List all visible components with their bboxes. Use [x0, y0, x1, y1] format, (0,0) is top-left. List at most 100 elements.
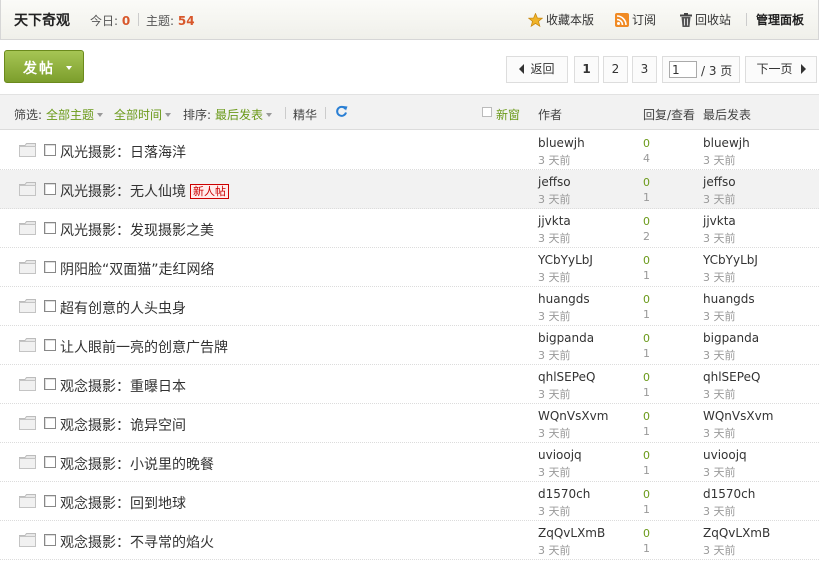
- view-count: 1: [643, 503, 650, 516]
- thread-checkbox[interactable]: [44, 339, 56, 351]
- thread-title-link[interactable]: 观念摄影：重曝日本: [60, 376, 186, 396]
- last-poster-link[interactable]: WQnVsXvm: [703, 409, 773, 423]
- thread-checkbox[interactable]: [44, 183, 56, 195]
- author-link[interactable]: bigpanda: [538, 331, 594, 345]
- admin-panel-link[interactable]: 管理面板: [756, 11, 804, 28]
- thread-row[interactable]: 让人眼前一亮的创意广告牌 bigpanda 3 天前 0 1 bigpanda 3 天前: [0, 326, 819, 365]
- sort-dropdown[interactable]: 最后发表: [215, 106, 273, 123]
- author-link[interactable]: ZqQvLXmB: [538, 526, 605, 540]
- folder-icon: [19, 416, 36, 430]
- thread-title-link[interactable]: 观念摄影：诡异空间: [60, 415, 186, 435]
- thread-row[interactable]: 风光摄影：日落海洋 bluewjh 3 天前 0 4 bluewjh 3 天前: [0, 131, 819, 170]
- last-post-time[interactable]: 3 天前: [703, 503, 736, 519]
- last-post-time[interactable]: 3 天前: [703, 542, 736, 558]
- last-poster-link[interactable]: bigpanda: [703, 331, 759, 345]
- thread-title-link[interactable]: 超有创意的人头虫身: [60, 298, 186, 318]
- digest-filter[interactable]: 精华: [293, 106, 317, 123]
- reply-count: 0: [643, 488, 650, 501]
- last-post-time[interactable]: 3 天前: [703, 347, 736, 363]
- thread-checkbox[interactable]: [44, 300, 56, 312]
- all-topics-dropdown[interactable]: 全部主题: [46, 106, 104, 123]
- last-post-time[interactable]: 3 天前: [703, 386, 736, 402]
- thread-title: 让人眼前一亮的创意广告牌: [60, 340, 228, 356]
- header-divider: [746, 13, 747, 26]
- last-poster-link[interactable]: YCbYyLbJ: [703, 253, 758, 267]
- thread-checkbox[interactable]: [44, 456, 56, 468]
- thread-checkbox[interactable]: [44, 378, 56, 390]
- new-window-checkbox[interactable]: [482, 107, 492, 117]
- last-post-time[interactable]: 3 天前: [703, 152, 736, 168]
- thread-row[interactable]: 观念摄影：重曝日本 qhlSEPeQ 3 天前 0 1 qhlSEPeQ 3 天前: [0, 365, 819, 404]
- view-count: 1: [643, 191, 650, 204]
- thread-checkbox[interactable]: [44, 495, 56, 507]
- view-count: 1: [643, 347, 650, 360]
- thread-row[interactable]: 风光摄影：发现摄影之美 jjvkta 3 天前 0 2 jjvkta 3 天前: [0, 209, 819, 248]
- thread-checkbox[interactable]: [44, 144, 56, 156]
- last-poster-link[interactable]: ZqQvLXmB: [703, 526, 770, 540]
- author-link[interactable]: d1570ch: [538, 487, 590, 501]
- new-post-button[interactable]: 发帖: [4, 50, 84, 83]
- thread-title-link[interactable]: 风光摄影：无人仙境 新人帖: [60, 181, 229, 201]
- author-link[interactable]: uvioojq: [538, 448, 582, 462]
- page-jump-input[interactable]: [669, 61, 697, 78]
- refresh-icon[interactable]: [335, 105, 348, 121]
- thread-row[interactable]: 观念摄影：回到地球 d1570ch 3 天前 0 1 d1570ch 3 天前: [0, 482, 819, 521]
- thread-title-link[interactable]: 风光摄影：日落海洋: [60, 142, 186, 162]
- recycle-bin-button[interactable]: 回收站: [680, 11, 731, 28]
- header-divider: [138, 13, 139, 26]
- page-link-2[interactable]: 2: [603, 56, 628, 83]
- thread-title-link[interactable]: 让人眼前一亮的创意广告牌: [60, 337, 228, 357]
- last-post-time[interactable]: 3 天前: [703, 230, 736, 246]
- thread-checkbox[interactable]: [44, 261, 56, 273]
- subscribe-button[interactable]: 订阅: [615, 11, 656, 28]
- last-poster-link[interactable]: d1570ch: [703, 487, 755, 501]
- last-poster-link[interactable]: jeffso: [703, 175, 736, 189]
- last-poster-link[interactable]: qhlSEPeQ: [703, 370, 760, 384]
- thread-title-link[interactable]: 阴阳脸“双面猫”走红网络: [60, 259, 215, 279]
- thread-checkbox[interactable]: [44, 417, 56, 429]
- new-user-badge: 新人帖: [190, 184, 229, 199]
- last-post-time[interactable]: 3 天前: [703, 464, 736, 480]
- reply-count: 0: [643, 254, 650, 267]
- thread-checkbox[interactable]: [44, 534, 56, 546]
- author-link[interactable]: huangds: [538, 292, 590, 306]
- last-post-time[interactable]: 3 天前: [703, 191, 736, 207]
- last-poster-link[interactable]: uvioojq: [703, 448, 747, 462]
- thread-row[interactable]: 观念摄影：诡异空间 WQnVsXvm 3 天前 0 1 WQnVsXvm 3 天前: [0, 404, 819, 443]
- view-count: 4: [643, 152, 650, 165]
- view-count: 1: [643, 269, 650, 282]
- thread-title-link[interactable]: 观念摄影：不寻常的焰火: [60, 532, 214, 552]
- page-link-1[interactable]: 1: [574, 56, 599, 83]
- folder-icon: [19, 260, 36, 274]
- back-button[interactable]: 返回: [506, 56, 568, 83]
- chevron-down-icon: [266, 113, 273, 117]
- thread-row[interactable]: 超有创意的人头虫身 huangds 3 天前 0 1 huangds 3 天前: [0, 287, 819, 326]
- all-time-dropdown[interactable]: 全部时间: [114, 106, 172, 123]
- last-post-time[interactable]: 3 天前: [703, 308, 736, 324]
- thread-row[interactable]: 阴阳脸“双面猫”走红网络 YCbYyLbJ 3 天前 0 1 YCbYyLbJ 3 天前: [0, 248, 819, 287]
- thread-title-link[interactable]: 观念摄影：小说里的晚餐: [60, 454, 214, 474]
- reply-count: 0: [643, 527, 650, 540]
- page-link-3[interactable]: 3: [632, 56, 657, 83]
- thread-title-link[interactable]: 观念摄影：回到地球: [60, 493, 186, 513]
- last-poster-link[interactable]: bluewjh: [703, 136, 750, 150]
- favorite-button[interactable]: 收藏本版: [528, 11, 594, 28]
- thread-checkbox[interactable]: [44, 222, 56, 234]
- thread-row[interactable]: 观念摄影：不寻常的焰火 ZqQvLXmB 3 天前 0 1 ZqQvLXmB 3 天前: [0, 521, 819, 560]
- last-post-time[interactable]: 3 天前: [703, 269, 736, 285]
- subscribe-label: 订阅: [632, 13, 657, 27]
- author-link[interactable]: qhlSEPeQ: [538, 370, 595, 384]
- thread-row[interactable]: 风光摄影：无人仙境 新人帖 jeffso 3 天前 0 1 jeffso 3 天前: [0, 170, 819, 209]
- next-page-button[interactable]: 下一页: [745, 56, 817, 83]
- last-poster-link[interactable]: jjvkta: [703, 214, 736, 228]
- author-link[interactable]: jeffso: [538, 175, 571, 189]
- author-link[interactable]: bluewjh: [538, 136, 585, 150]
- last-poster-link[interactable]: huangds: [703, 292, 755, 306]
- last-post-time[interactable]: 3 天前: [703, 425, 736, 441]
- author-link[interactable]: jjvkta: [538, 214, 571, 228]
- thread-title-link[interactable]: 风光摄影：发现摄影之美: [60, 220, 214, 240]
- thread-row[interactable]: 观念摄影：小说里的晚餐 uvioojq 3 天前 0 1 uvioojq 3 天前: [0, 443, 819, 482]
- chevron-left-icon: [519, 64, 525, 74]
- author-link[interactable]: YCbYyLbJ: [538, 253, 593, 267]
- author-link[interactable]: WQnVsXvm: [538, 409, 608, 423]
